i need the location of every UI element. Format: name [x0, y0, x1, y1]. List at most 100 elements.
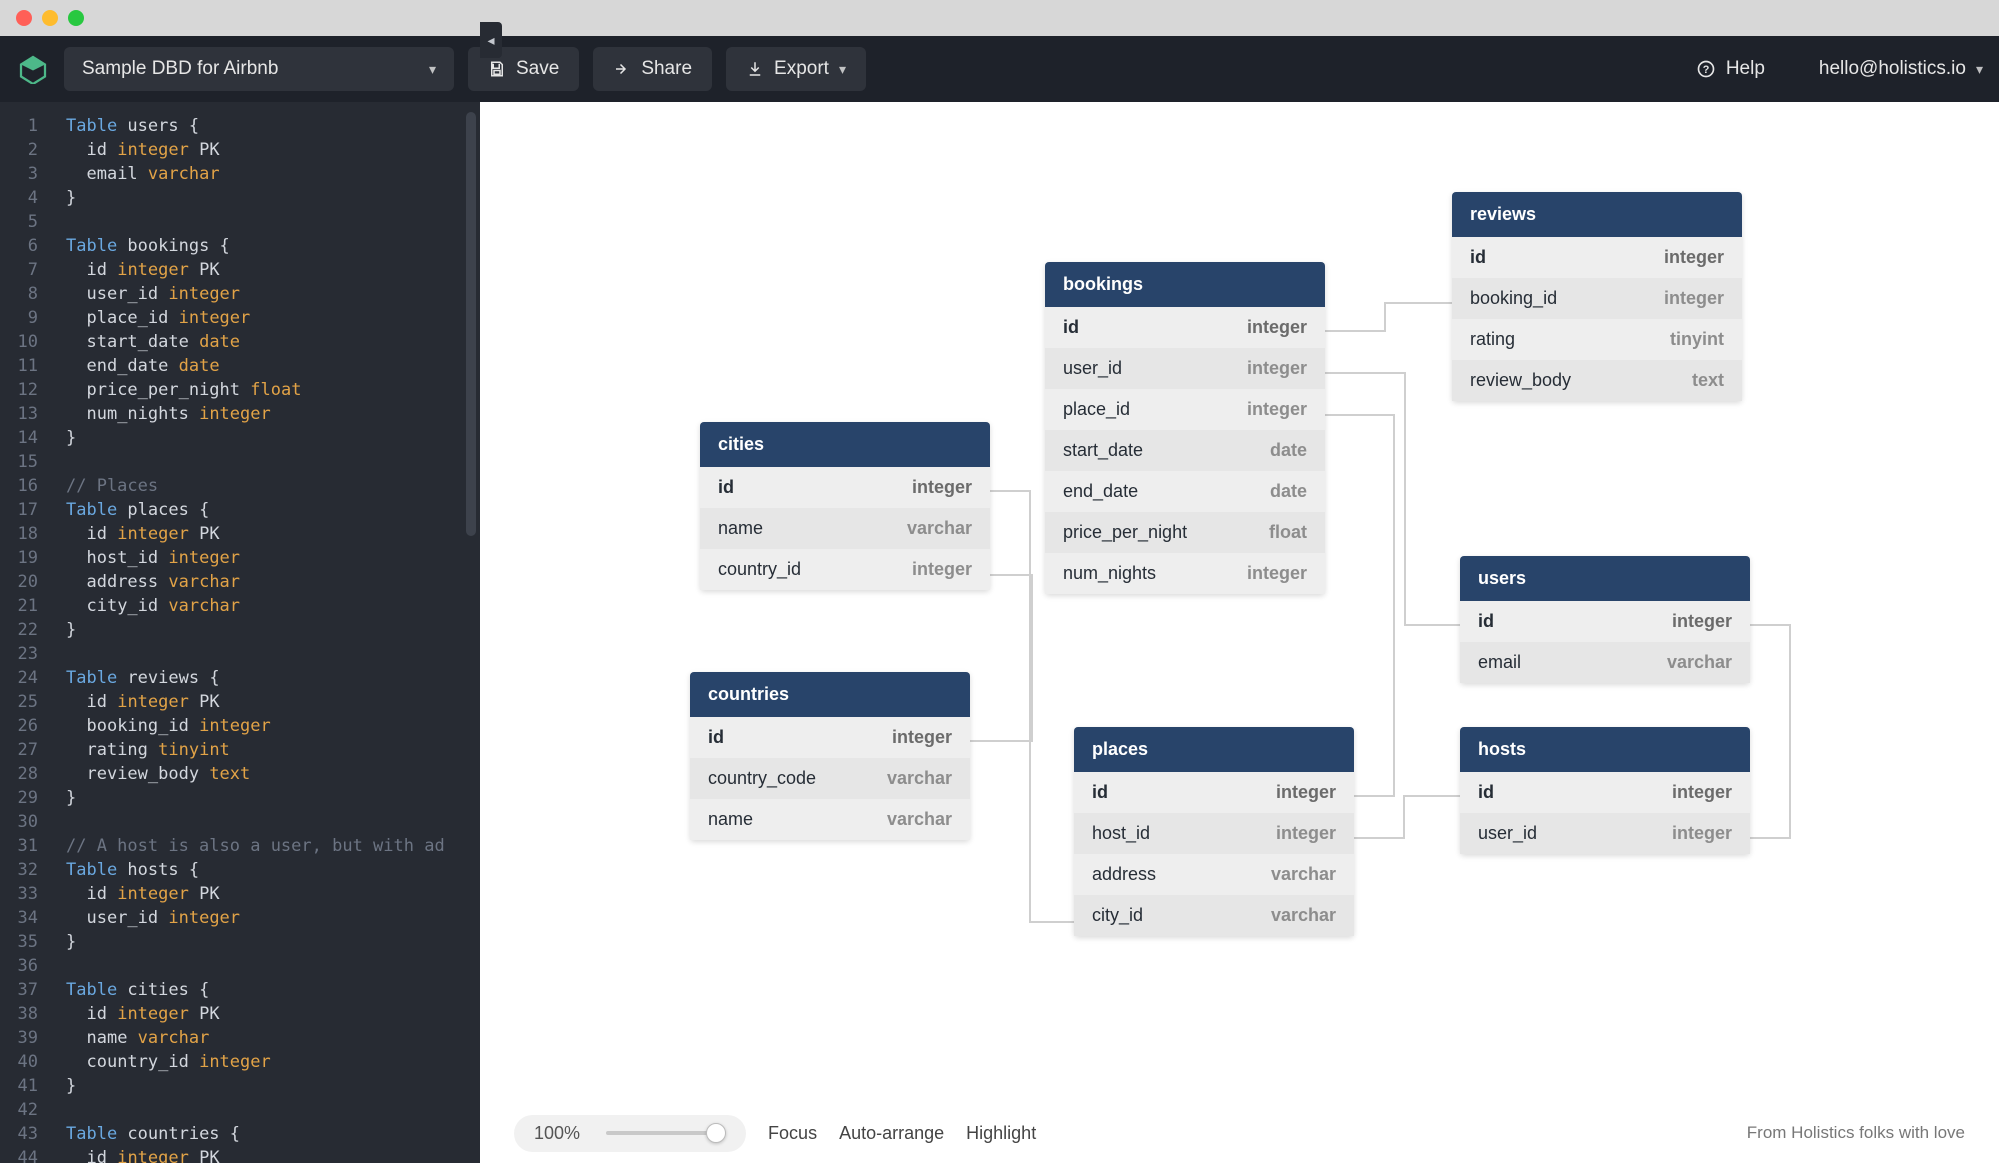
credit-text: From Holistics folks with love — [1747, 1123, 1965, 1143]
table-column[interactable]: idinteger — [1045, 307, 1325, 348]
diagram-table-places[interactable]: placesidintegerhost_idintegeraddressvarc… — [1074, 727, 1354, 936]
diagram-table-cities[interactable]: citiesidinteger name varchar country_id inte… — [700, 422, 990, 590]
column-name: email — [1478, 652, 1521, 673]
code-editor-panel[interactable]: 1234567891011121314151617181920212223242… — [0, 102, 480, 1163]
table-header[interactable]: cities — [700, 422, 990, 467]
column-type: varchar — [887, 768, 952, 789]
column-name: start_date — [1063, 440, 1143, 461]
zoom-percent-label: 100% — [534, 1123, 580, 1144]
connector[interactable] — [1325, 303, 1452, 331]
editor-scrollbar[interactable] — [466, 112, 476, 536]
table-column[interactable]: end_datedate — [1045, 471, 1325, 512]
minimize-icon[interactable] — [42, 10, 58, 26]
main-area: 1234567891011121314151617181920212223242… — [0, 102, 1999, 1163]
table-header[interactable]: bookings — [1045, 262, 1325, 307]
table-column[interactable]: num_nightsinteger — [1045, 553, 1325, 594]
column-name: id — [708, 727, 724, 748]
table-column[interactable]: idinteger — [1460, 772, 1750, 813]
save-icon — [488, 60, 506, 78]
table-header[interactable]: countries — [690, 672, 970, 717]
column-type: float — [1269, 522, 1307, 543]
table-column[interactable]: name varchar — [690, 799, 970, 840]
table-column[interactable]: idinteger — [1460, 601, 1750, 642]
column-name: host_id — [1092, 823, 1150, 844]
column-type: date — [1270, 440, 1307, 461]
connector[interactable] — [1354, 796, 1460, 838]
help-button[interactable]: ? Help — [1696, 58, 1765, 80]
column-type: integer — [1672, 782, 1732, 803]
zoom-thumb[interactable] — [706, 1123, 726, 1143]
diagram-canvas[interactable]: 100% Focus Auto-arrange Highlight From Hol… — [480, 102, 1999, 1163]
table-column[interactable]: idinteger — [1452, 237, 1742, 278]
table-header[interactable]: reviews — [1452, 192, 1742, 237]
column-name: id — [1478, 611, 1494, 632]
diagram-table-users[interactable]: usersidintegeremailvarchar — [1460, 556, 1750, 683]
column-name: rating — [1470, 329, 1515, 350]
table-column[interactable]: review_bodytext — [1452, 360, 1742, 401]
user-email-label: hello@holistics.io — [1819, 58, 1966, 80]
column-type: integer — [912, 559, 972, 580]
column-type: text — [1692, 370, 1724, 391]
table-column[interactable]: host_idinteger — [1074, 813, 1354, 854]
table-header[interactable]: hosts — [1460, 727, 1750, 772]
table-header[interactable]: users — [1460, 556, 1750, 601]
collapse-editor-button[interactable]: ◂ — [480, 22, 502, 58]
focus-button[interactable]: Focus — [768, 1123, 817, 1144]
column-type: varchar — [1271, 905, 1336, 926]
connector[interactable] — [1750, 625, 1790, 838]
diagram-table-reviews[interactable]: reviewsidintegerbooking_idintegerrating t… — [1452, 192, 1742, 401]
table-column[interactable]: price_per_nightfloat — [1045, 512, 1325, 553]
user-menu[interactable]: hello@holistics.io ▾ — [1819, 58, 1983, 80]
table-column[interactable]: booking_idinteger — [1452, 278, 1742, 319]
project-selector[interactable]: Sample DBD for Airbnb ▾ — [64, 47, 454, 91]
column-type: varchar — [887, 809, 952, 830]
svg-text:?: ? — [1703, 64, 1710, 76]
highlight-button[interactable]: Highlight — [966, 1123, 1036, 1144]
close-icon[interactable] — [16, 10, 32, 26]
app-logo-icon[interactable] — [16, 52, 50, 86]
diagram-table-countries[interactable]: countriesidintegercountry_codevarcharnam… — [690, 672, 970, 840]
column-name: booking_id — [1470, 288, 1557, 309]
zoom-slider[interactable] — [606, 1131, 726, 1135]
share-button[interactable]: Share — [593, 47, 712, 91]
column-type: integer — [1276, 782, 1336, 803]
table-column[interactable]: id integer — [690, 717, 970, 758]
column-type: date — [1270, 481, 1307, 502]
column-type: tinyint — [1670, 329, 1724, 350]
column-type: varchar — [907, 518, 972, 539]
column-name: place_id — [1063, 399, 1130, 420]
table-column[interactable]: rating tinyint — [1452, 319, 1742, 360]
column-type: integer — [912, 477, 972, 498]
fullscreen-icon[interactable] — [68, 10, 84, 26]
connector[interactable] — [1325, 373, 1460, 625]
table-column[interactable]: city_idvarchar — [1074, 895, 1354, 936]
code-content[interactable]: Table users { id integer PK email varcha… — [66, 114, 480, 1163]
table-header[interactable]: places — [1074, 727, 1354, 772]
table-column[interactable]: idinteger — [700, 467, 990, 508]
table-column[interactable]: user_idinteger — [1045, 348, 1325, 389]
diagram-table-bookings[interactable]: bookingsidintegeruser_idinteger place_id i… — [1045, 262, 1325, 594]
table-column[interactable]: emailvarchar — [1460, 642, 1750, 683]
table-column[interactable]: start_date date — [1045, 430, 1325, 471]
table-column[interactable]: country_codevarchar — [690, 758, 970, 799]
zoom-control[interactable]: 100% — [514, 1115, 746, 1152]
export-button[interactable]: Export ▾ — [726, 47, 866, 91]
auto-arrange-button[interactable]: Auto-arrange — [839, 1123, 944, 1144]
column-name: num_nights — [1063, 563, 1156, 584]
column-name: name — [708, 809, 753, 830]
share-icon — [613, 60, 631, 78]
table-column[interactable]: country_id integer — [700, 549, 990, 590]
diagram-table-hosts[interactable]: hostsidintegeruser_idinteger — [1460, 727, 1750, 854]
connector[interactable] — [970, 575, 1032, 741]
table-column[interactable]: name varchar — [700, 508, 990, 549]
column-name: country_id — [718, 559, 801, 580]
app-toolbar: Sample DBD for Airbnb ▾ Save Share Expor… — [0, 36, 1999, 102]
column-type: integer — [892, 727, 952, 748]
table-column[interactable]: addressvarchar — [1074, 854, 1354, 895]
column-type: integer — [1247, 399, 1307, 420]
table-column[interactable]: user_idinteger — [1460, 813, 1750, 854]
column-name: name — [718, 518, 763, 539]
column-name: user_id — [1063, 358, 1122, 379]
table-column[interactable]: idinteger — [1074, 772, 1354, 813]
table-column[interactable]: place_id integer — [1045, 389, 1325, 430]
